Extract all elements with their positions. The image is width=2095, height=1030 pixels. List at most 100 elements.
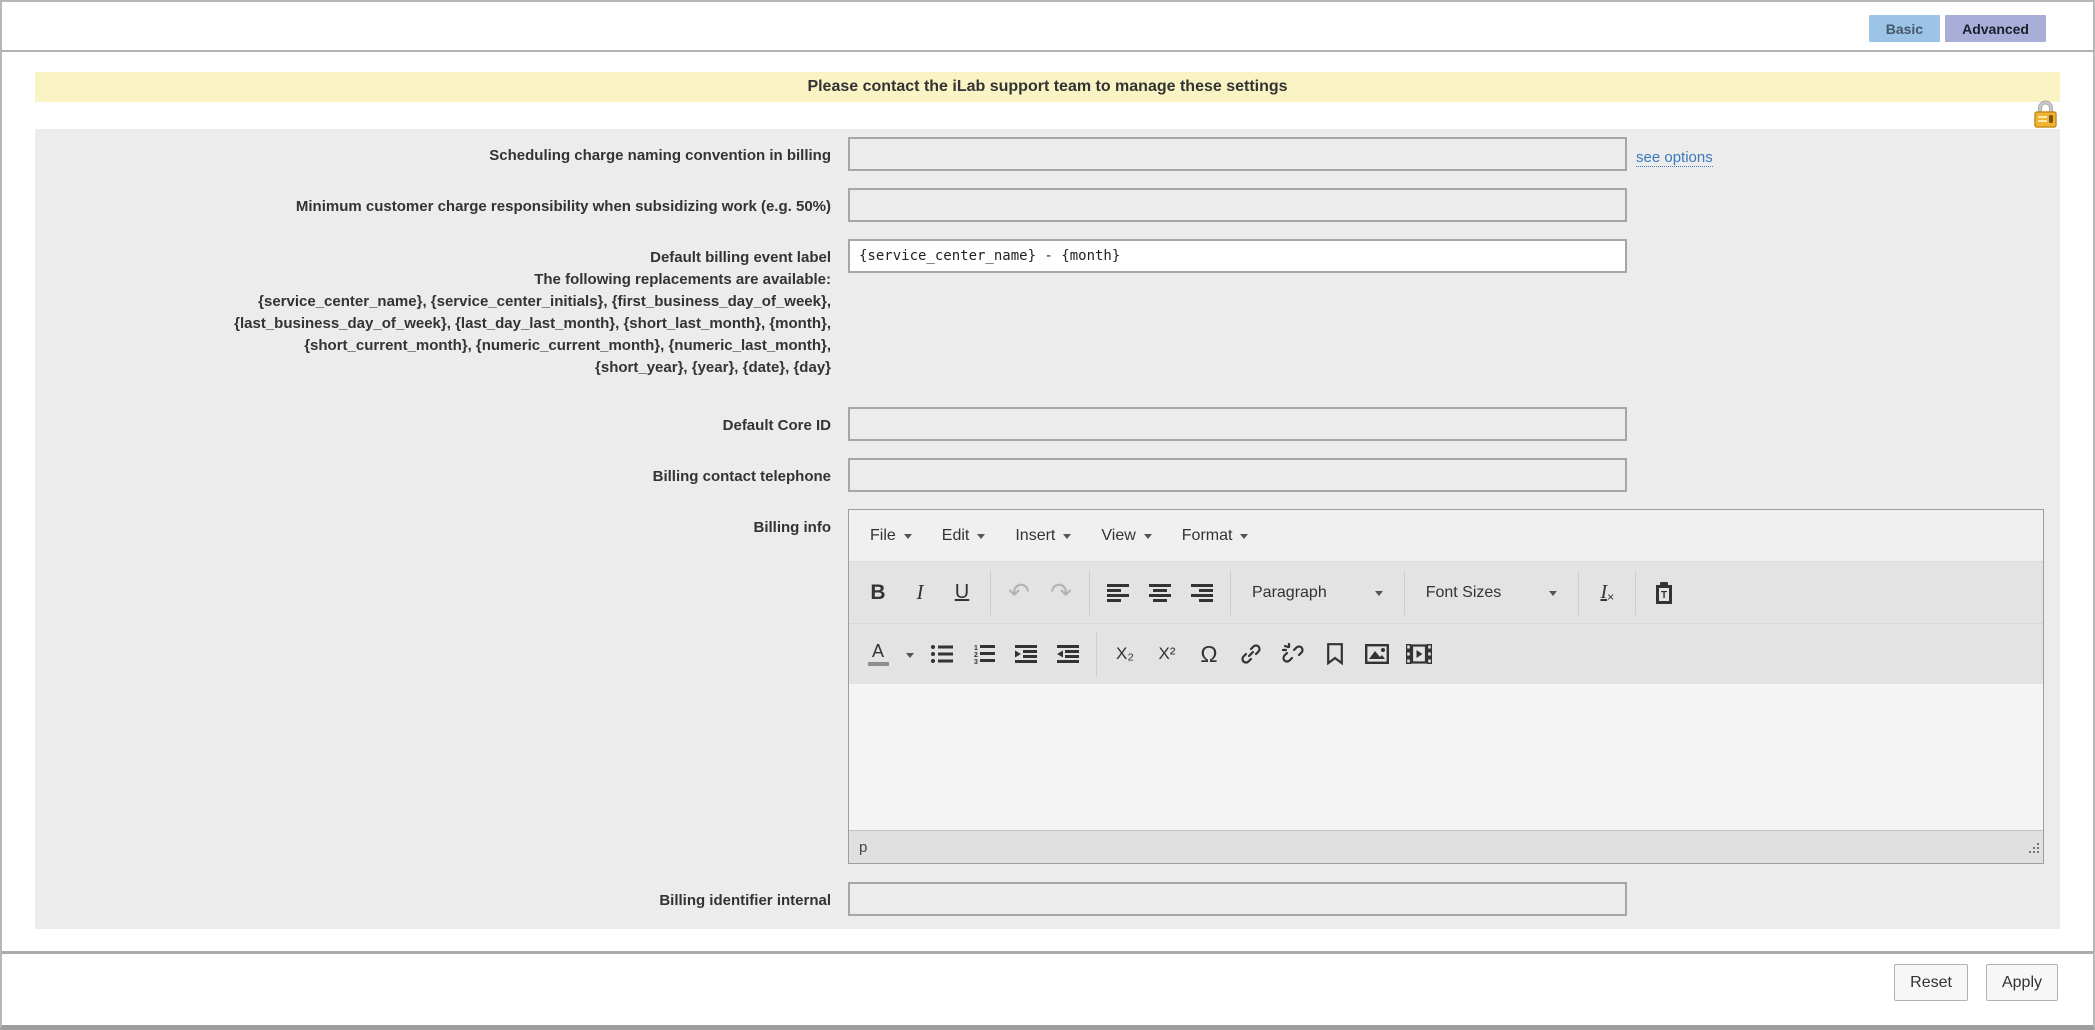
menu-edit[interactable]: Edit <box>927 516 1001 556</box>
field-label: Billing identifier internal <box>35 882 848 912</box>
paste-as-text-icon[interactable]: T <box>1643 570 1685 616</box>
outdent-icon[interactable] <box>1047 631 1089 677</box>
align-left-icon[interactable] <box>1097 570 1139 616</box>
editor-content-area[interactable] <box>849 684 2043 830</box>
mode-tabs: Basic Advanced <box>1869 15 2046 42</box>
indent-icon[interactable] <box>1005 631 1047 677</box>
chevron-down-icon <box>904 534 912 539</box>
form-row-scheduling-charge: Scheduling charge naming convention in b… <box>35 137 2044 171</box>
help-line: The following replacements are available… <box>35 269 831 291</box>
chevron-down-icon <box>1375 591 1383 596</box>
menu-label: File <box>870 527 896 545</box>
editor-toolbar-row2: A 123 <box>849 624 2043 684</box>
field-label: Billing contact telephone <box>35 458 848 488</box>
menu-view[interactable]: View <box>1086 516 1166 556</box>
lock-icon[interactable] <box>2032 98 2059 129</box>
chevron-down-icon <box>977 534 985 539</box>
numbered-list-icon[interactable]: 123 <box>963 631 1005 677</box>
text-color-letter: A <box>872 642 884 660</box>
tab-basic[interactable]: Basic <box>1869 15 1940 42</box>
media-icon[interactable] <box>1398 631 1440 677</box>
editor-status-bar: p <box>849 830 2043 863</box>
unlink-icon[interactable] <box>1272 631 1314 677</box>
toolbar-separator <box>1404 571 1405 615</box>
align-right-icon[interactable] <box>1181 570 1223 616</box>
chevron-down-icon <box>1063 534 1071 539</box>
dropdown-label: Font Sizes <box>1426 584 1502 602</box>
form-row-billing-info: Billing info File Edit Insert View Forma… <box>35 509 2044 864</box>
form-row-core-id: Default Core ID <box>35 407 2044 441</box>
field-label: Default billing event label <box>35 247 831 269</box>
form-row-billing-identifier: Billing identifier internal <box>35 882 2044 916</box>
menu-label: Insert <box>1015 527 1055 545</box>
resize-handle-icon[interactable] <box>2027 842 2040 860</box>
billing-info-editor: File Edit Insert View Format B I U ↶ ↷ <box>848 509 2044 864</box>
action-buttons: Reset Apply <box>2 954 2093 1001</box>
field-label-block: Default billing event label The followin… <box>35 239 848 379</box>
top-bar: Basic Advanced <box>2 2 2093 50</box>
text-color-caret[interactable] <box>899 631 921 677</box>
image-icon[interactable] <box>1356 631 1398 677</box>
menu-insert[interactable]: Insert <box>1000 516 1086 556</box>
help-line: {short_current_month}, {numeric_current_… <box>35 335 831 357</box>
field-label: Default Core ID <box>35 407 848 437</box>
menu-label: View <box>1101 527 1135 545</box>
form-row-billing-telephone: Billing contact telephone <box>35 458 2044 492</box>
editor-menubar: File Edit Insert View Format <box>849 510 2043 562</box>
subscript-icon[interactable]: X₂ <box>1104 631 1146 677</box>
apply-button[interactable]: Apply <box>1986 964 2058 1001</box>
svg-text:1: 1 <box>974 645 978 652</box>
menu-label: Edit <box>942 527 970 545</box>
anchor-icon[interactable] <box>1314 631 1356 677</box>
field-label: Billing info <box>35 509 848 539</box>
svg-text:2: 2 <box>974 652 978 659</box>
default-core-id-input[interactable] <box>848 407 1627 441</box>
link-icon[interactable] <box>1230 631 1272 677</box>
min-charge-input[interactable] <box>848 188 1627 222</box>
chevron-down-icon <box>1240 534 1248 539</box>
dropdown-label: Paragraph <box>1252 584 1327 602</box>
help-line: {last_business_day_of_week}, {last_day_l… <box>35 313 831 335</box>
undo-icon[interactable]: ↶ <box>998 570 1040 616</box>
toolbar-separator <box>1635 571 1636 615</box>
billing-event-label-input[interactable] <box>848 239 1627 273</box>
help-line: {service_center_name}, {service_center_i… <box>35 291 831 313</box>
superscript-icon[interactable]: X² <box>1146 631 1188 677</box>
text-color-bar <box>868 662 889 666</box>
menu-label: Format <box>1182 527 1233 545</box>
form-row-min-charge: Minimum customer charge responsibility w… <box>35 188 2044 222</box>
content-area: Please contact the iLab support team to … <box>2 72 2093 929</box>
menu-file[interactable]: File <box>855 516 927 556</box>
field-label: Scheduling charge naming convention in b… <box>35 137 848 167</box>
text-color-icon[interactable]: A <box>857 631 899 677</box>
bold-icon[interactable]: B <box>857 570 899 616</box>
form-row-billing-event-label: Default billing event label The followin… <box>35 239 2044 379</box>
toolbar-separator <box>1096 632 1097 676</box>
paragraph-dropdown[interactable]: Paragraph <box>1238 570 1397 616</box>
special-character-icon[interactable]: Ω <box>1188 631 1230 677</box>
svg-text:T: T <box>1661 590 1667 601</box>
italic-icon[interactable]: I <box>899 570 941 616</box>
billing-identifier-input[interactable] <box>848 882 1627 916</box>
element-path[interactable]: p <box>859 839 867 856</box>
scheduling-charge-input[interactable] <box>848 137 1627 171</box>
underline-icon[interactable]: U <box>941 570 983 616</box>
billing-telephone-input[interactable] <box>848 458 1627 492</box>
align-center-icon[interactable] <box>1139 570 1181 616</box>
redo-icon[interactable]: ↷ <box>1040 570 1082 616</box>
toolbar-separator <box>1230 571 1231 615</box>
see-options-link[interactable]: see options <box>1636 149 1713 167</box>
font-sizes-dropdown[interactable]: Font Sizes <box>1412 570 1572 616</box>
tab-advanced[interactable]: Advanced <box>1945 15 2046 42</box>
clear-formatting-x: × <box>1607 590 1614 604</box>
clear-formatting-icon[interactable]: I× <box>1586 570 1628 616</box>
reset-button[interactable]: Reset <box>1894 964 1968 1001</box>
help-line: {short_year}, {year}, {date}, {day} <box>35 357 831 379</box>
toolbar-separator <box>1578 571 1579 615</box>
bullet-list-icon[interactable] <box>921 631 963 677</box>
top-divider <box>2 50 2093 52</box>
chevron-down-icon <box>1144 534 1152 539</box>
svg-text:3: 3 <box>974 659 978 664</box>
clear-formatting-i: I <box>1600 581 1607 604</box>
menu-format[interactable]: Format <box>1167 516 1264 556</box>
